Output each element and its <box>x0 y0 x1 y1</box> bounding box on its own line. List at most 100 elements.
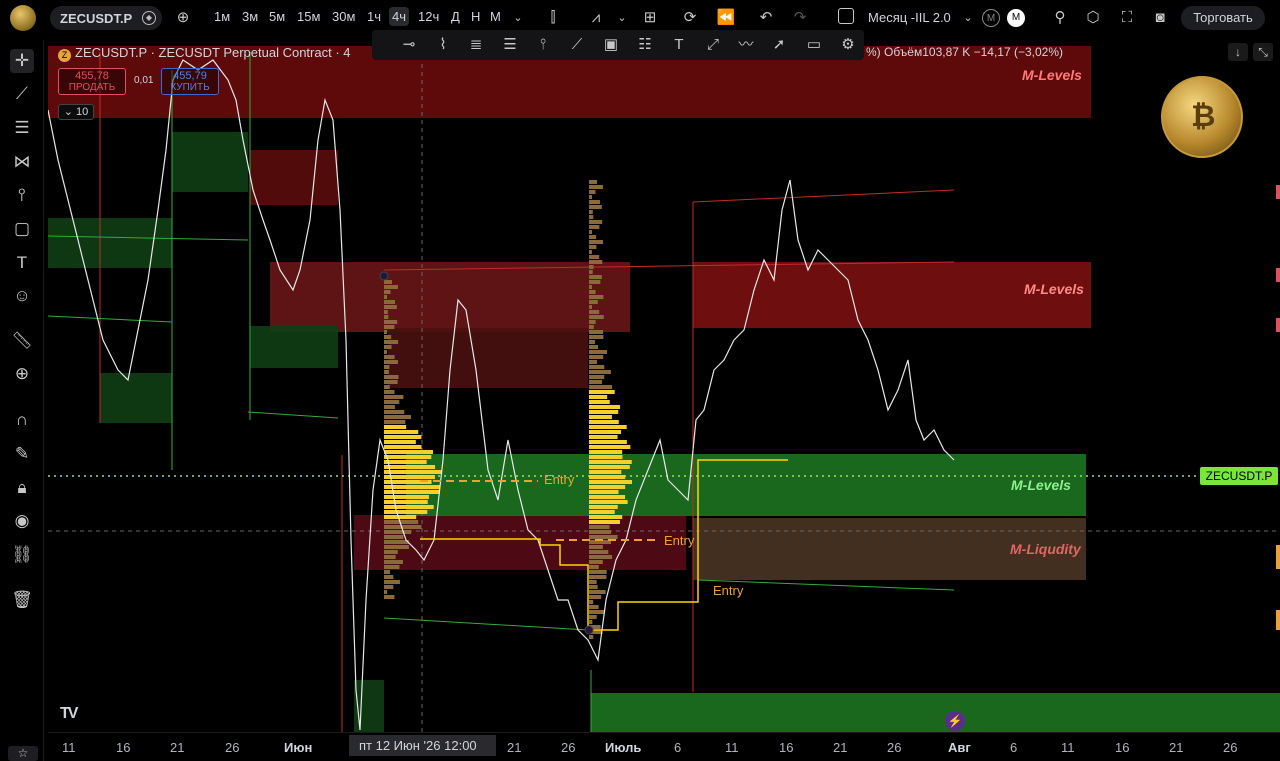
volume-bar <box>384 475 435 479</box>
parallel-channel-icon[interactable]: ☰ <box>499 35 521 55</box>
tradingview-logo[interactable]: TV <box>60 705 79 723</box>
interval-month[interactable]: М <box>490 9 501 24</box>
volume-bar <box>589 230 592 234</box>
callout-icon[interactable]: ▭ <box>803 35 825 55</box>
interval-3m[interactable]: 3м <box>242 9 258 24</box>
channel-line <box>48 315 173 323</box>
sell-button[interactable]: 455,78 ПРОДАТЬ <box>58 68 126 95</box>
trade-button[interactable]: Торговать <box>1181 6 1265 30</box>
ray-icon[interactable]: ⤢ <box>702 35 724 55</box>
symbol-legend[interactable]: Z ZECUSDT.P · ZECUSDT Perpetual Contract … <box>58 45 351 62</box>
settings-icon[interactable]: ⬡ <box>1083 8 1103 28</box>
interval-5m[interactable]: 5м <box>269 9 285 24</box>
layouts-icon[interactable]: ⊞ <box>640 8 660 28</box>
compare-plus-icon[interactable]: ⊕ <box>173 8 193 28</box>
anchor-point[interactable] <box>584 625 594 635</box>
brush-icon[interactable]: ⌇ <box>432 35 454 55</box>
volume-bar <box>589 550 609 554</box>
shape-icon[interactable]: ▢ <box>10 217 34 241</box>
volume-bar <box>384 420 406 424</box>
interval-1m[interactable]: 1м <box>214 9 230 24</box>
trash-icon[interactable]: 🗑︎ <box>10 588 34 612</box>
forecast-icon[interactable]: ⫯ <box>10 183 34 207</box>
volume-bar <box>384 425 407 429</box>
chevron-down-icon[interactable]: ⌄ <box>508 8 528 28</box>
spread-value: 0,01 <box>134 75 154 86</box>
buy-button[interactable]: 455,79 КУПИТЬ <box>161 68 219 95</box>
volume-bar <box>589 310 600 314</box>
interval-15m[interactable]: 15м <box>297 9 320 24</box>
collapse-icon[interactable]: ⤡ <box>1253 43 1273 61</box>
m-outline-badge[interactable]: M <box>982 9 1000 27</box>
chevron-down-icon: ⌄ <box>63 106 77 118</box>
volume-bar <box>589 620 593 624</box>
fib-icon[interactable]: ☰ <box>10 116 34 140</box>
lightning-icon[interactable]: ⚡ <box>945 711 965 731</box>
volume-bar <box>589 330 604 334</box>
eye-icon[interactable]: ◉ <box>10 509 34 533</box>
chevron-down-icon[interactable]: ⌄ <box>612 8 632 28</box>
pattern-icon[interactable]: ⋈ <box>10 150 34 174</box>
indicator-checkbox[interactable] <box>838 8 854 24</box>
alert-icon[interactable]: ⟳ <box>680 8 700 28</box>
text-icon[interactable]: T <box>668 35 690 55</box>
chart-canvas[interactable] <box>48 40 1280 732</box>
zoom-icon[interactable]: ⊕ <box>10 362 34 386</box>
volume-bar <box>589 285 592 289</box>
text-icon[interactable]: T <box>10 251 34 275</box>
m-filled-badge[interactable]: M <box>1007 9 1025 27</box>
interval-1h[interactable]: 1ч <box>367 9 381 24</box>
camera-icon[interactable]: ◙ <box>1150 8 1170 28</box>
volume-bar <box>589 320 596 324</box>
fib-retracement-icon[interactable]: ≣ <box>465 35 487 55</box>
crosshair-icon[interactable]: ✛ <box>10 49 34 73</box>
gear-icon[interactable]: ⚙ <box>837 35 859 55</box>
favorite-star-icon[interactable]: ☆ <box>8 746 38 761</box>
path-icon[interactable]: 〰 <box>735 35 757 55</box>
volume-bar <box>589 405 621 409</box>
interval-day[interactable]: Д <box>451 9 460 24</box>
symbol-search-button[interactable]: ZECUSDT.P ◆ <box>50 6 162 30</box>
watchlist-icon[interactable]: ◆ <box>142 11 156 25</box>
anchor-point[interactable] <box>379 271 389 281</box>
price-range-icon[interactable]: ☷ <box>634 35 656 55</box>
interval-30m[interactable]: 30м <box>332 9 355 24</box>
arrow-icon[interactable]: ➚ <box>768 35 790 55</box>
interval-12h[interactable]: 12ч <box>418 9 439 24</box>
search-icon[interactable]: ⚲ <box>1050 8 1070 28</box>
chart-pane[interactable] <box>48 40 1280 732</box>
time-tick: 26 <box>887 740 902 755</box>
ruler-icon[interactable]: 📏︎ <box>10 329 34 353</box>
candles-icon[interactable]: ⫿ <box>543 8 563 28</box>
volume-bar <box>384 515 417 519</box>
volume-bar <box>589 420 619 424</box>
quantity-dropdown[interactable]: ⌄ 10 <box>58 104 94 120</box>
trend-line-icon[interactable]: ⟋ <box>10 82 34 106</box>
rectangle-icon[interactable]: ▣ <box>600 35 622 55</box>
interval-4h[interactable]: 4ч <box>389 7 410 26</box>
replay-icon[interactable]: ⏪ <box>716 8 736 28</box>
scroll-down-icon[interactable]: ↓ <box>1228 43 1248 61</box>
time-tick: 16 <box>116 740 131 755</box>
indicators-icon[interactable]: ⩘ <box>586 8 606 28</box>
volume-bar <box>384 385 390 389</box>
chevron-down-icon[interactable]: ⌄ <box>958 8 978 28</box>
undo-icon[interactable]: ↶ <box>756 8 776 28</box>
pencil-lock-icon[interactable]: ✎ <box>10 442 34 466</box>
long-position-icon[interactable]: ⫯ <box>532 35 554 55</box>
interval-week[interactable]: Н <box>471 9 480 24</box>
lock-icon[interactable]: 🔒︎ <box>10 476 34 500</box>
indicator-name[interactable]: Месяц -IIL 2.0 <box>868 10 951 25</box>
magnet-icon[interactable]: ∩ <box>10 408 34 432</box>
app-logo[interactable] <box>10 5 36 31</box>
link-icon[interactable]: ⛓ <box>10 543 34 567</box>
emoji-icon[interactable]: ☺ <box>10 284 34 308</box>
redo-icon[interactable]: ↷ <box>790 8 810 28</box>
buy-label: КУПИТЬ <box>170 82 210 93</box>
volume-bar <box>589 425 627 429</box>
horizontal-line-icon[interactable]: ⊸ <box>398 35 420 55</box>
volume-bar <box>384 530 412 534</box>
fullscreen-icon[interactable]: ⛶ <box>1117 8 1137 28</box>
trend-line-icon[interactable]: ⟋ <box>566 35 588 55</box>
time-axis[interactable]: 11 16 21 26 Июн 21 26 Июль 6 11 16 21 26… <box>48 732 1280 761</box>
